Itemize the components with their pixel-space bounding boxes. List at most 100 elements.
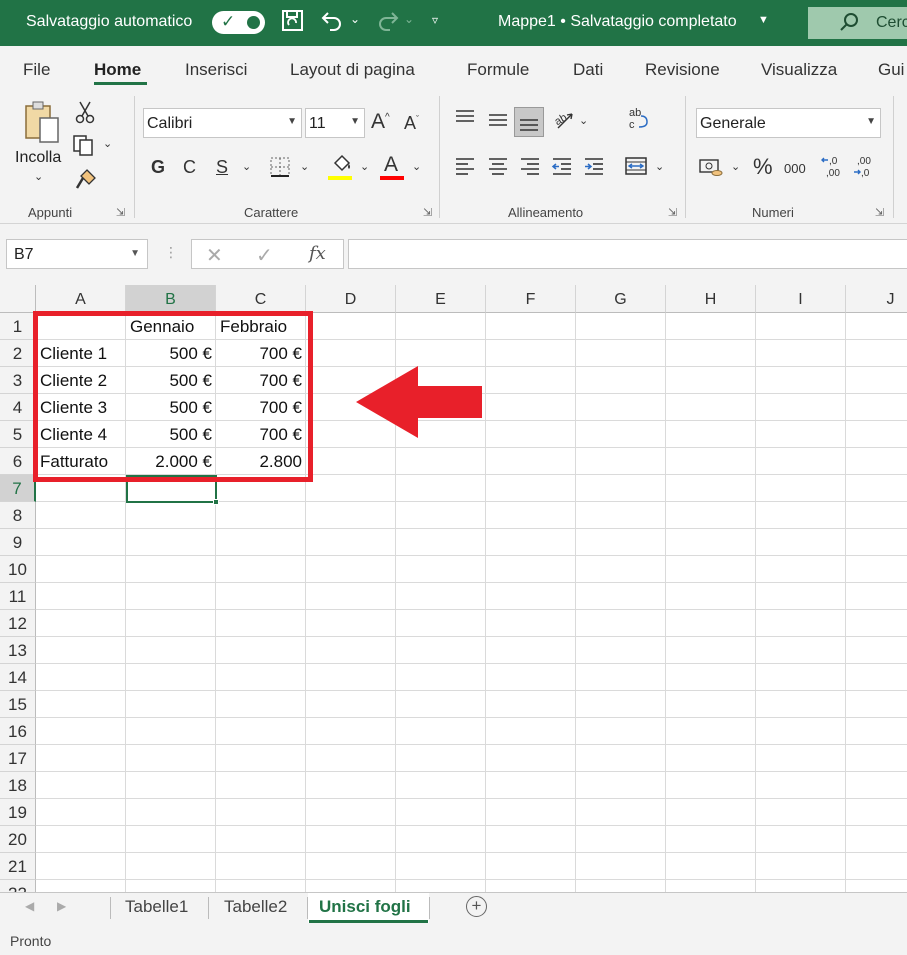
row-header-21[interactable]: 21 [0, 853, 36, 880]
cancel-icon[interactable]: ✕ [206, 243, 223, 268]
column-header-g[interactable]: G [576, 285, 666, 313]
clipboard-launcher-icon[interactable]: ⇲ [116, 206, 125, 219]
format-painter-icon[interactable] [74, 167, 98, 194]
percent-icon[interactable]: % [753, 156, 773, 178]
row-header-6[interactable]: 6 [0, 448, 36, 475]
name-box[interactable]: B7 ▼ [6, 239, 148, 269]
row-header-22[interactable]: 22 [0, 880, 36, 892]
sheet-tab-unisci-fogli[interactable]: Unisci fogli [319, 897, 411, 917]
row-header-5[interactable]: 5 [0, 421, 36, 448]
search-box[interactable]: Cerc [808, 7, 907, 39]
row-header-12[interactable]: 12 [0, 610, 36, 637]
sheet-tab-tabelle2[interactable]: Tabelle2 [224, 897, 287, 917]
title-dropdown-icon[interactable]: ▼ [758, 14, 769, 26]
font-launcher-icon[interactable]: ⇲ [423, 206, 432, 219]
tab-help[interactable]: Gui [878, 60, 904, 80]
column-header-d[interactable]: D [306, 285, 396, 313]
row-header-13[interactable]: 13 [0, 637, 36, 664]
row-header-10[interactable]: 10 [0, 556, 36, 583]
align-middle-icon[interactable] [487, 112, 509, 133]
row-header-3[interactable]: 3 [0, 367, 36, 394]
number-format-dropdown[interactable]: Generale ▼ [696, 108, 881, 138]
column-header-a[interactable]: A [36, 285, 126, 313]
tab-file[interactable]: File [23, 60, 50, 80]
column-header-h[interactable]: H [666, 285, 756, 313]
thousands-separator-button[interactable]: 000 [784, 162, 806, 175]
row-header-4[interactable]: 4 [0, 394, 36, 421]
redo-icon[interactable] [376, 8, 400, 38]
paste-dropdown-icon[interactable]: ⌄ [34, 172, 43, 183]
autosave-toggle[interactable]: ✓ [212, 11, 265, 34]
decrease-indent-icon[interactable] [551, 156, 573, 179]
row-header-16[interactable]: 16 [0, 718, 36, 745]
add-sheet-button[interactable]: + [466, 896, 487, 917]
wrap-text-icon[interactable]: ab c [627, 106, 651, 135]
font-name-dropdown[interactable]: Calibri ▼ [143, 108, 302, 138]
paste-icon[interactable] [22, 100, 62, 151]
copy-dropdown-icon[interactable]: ⌄ [103, 139, 112, 150]
spreadsheet-grid[interactable]: A B C D E F G H I J 1 2 3 4 5 6 7 8 9 10 11 12 13 14 15 16 17 18 19 2… [0, 285, 907, 892]
insert-function-icon[interactable]: fx [309, 243, 326, 264]
borders-icon[interactable] [269, 156, 291, 181]
currency-dropdown-icon[interactable]: ⌄ [731, 162, 740, 173]
tab-review[interactable]: Revisione [645, 60, 720, 80]
drag-handle-icon[interactable]: ⋮ [164, 244, 178, 261]
row-header-18[interactable]: 18 [0, 772, 36, 799]
orientation-icon[interactable]: ab [552, 108, 576, 133]
decrease-decimal-icon[interactable]: ,00,0 [852, 154, 878, 183]
column-header-i[interactable]: I [756, 285, 846, 313]
font-color-icon[interactable]: A [384, 154, 398, 175]
redo-dropdown-icon[interactable]: ⌄ [404, 12, 414, 26]
undo-dropdown-icon[interactable]: ⌄ [350, 12, 360, 26]
save-icon[interactable] [280, 8, 306, 40]
tab-data[interactable]: Dati [573, 60, 603, 80]
shrink-font-icon[interactable]: Aˇ [404, 114, 419, 132]
orientation-dropdown-icon[interactable]: ⌄ [579, 116, 588, 127]
column-header-b[interactable]: B [126, 285, 216, 313]
row-header-17[interactable]: 17 [0, 745, 36, 772]
fill-handle[interactable] [213, 499, 219, 505]
increase-decimal-icon[interactable]: ,0,00 [820, 154, 846, 183]
row-header-15[interactable]: 15 [0, 691, 36, 718]
customize-toolbar-icon[interactable]: ▿ [432, 13, 438, 27]
formula-input[interactable] [348, 239, 907, 269]
align-bottom-button[interactable] [514, 107, 544, 137]
row-header-14[interactable]: 14 [0, 664, 36, 691]
column-header-e[interactable]: E [396, 285, 486, 313]
row-header-9[interactable]: 9 [0, 529, 36, 556]
tab-page-layout[interactable]: Layout di pagina [290, 60, 415, 80]
merge-dropdown-icon[interactable]: ⌄ [655, 162, 664, 173]
document-title[interactable]: Mappe1 • Salvataggio completato [498, 13, 737, 31]
row-header-11[interactable]: 11 [0, 583, 36, 610]
fill-color-icon[interactable] [331, 154, 353, 177]
borders-dropdown-icon[interactable]: ⌄ [300, 162, 309, 173]
row-header-20[interactable]: 20 [0, 826, 36, 853]
grow-font-icon[interactable]: A^ [371, 111, 390, 132]
sheet-tab-tabelle1[interactable]: Tabelle1 [125, 897, 188, 917]
underline-button[interactable]: S [216, 158, 228, 176]
next-sheet-icon[interactable]: ▶ [57, 899, 66, 913]
number-launcher-icon[interactable]: ⇲ [875, 206, 884, 219]
tab-view[interactable]: Visualizza [761, 60, 837, 80]
align-left-icon[interactable] [454, 156, 476, 179]
row-header-2[interactable]: 2 [0, 340, 36, 367]
paste-label[interactable]: Incolla [15, 149, 61, 167]
undo-icon[interactable] [320, 8, 344, 38]
font-color-dropdown-icon[interactable]: ⌄ [412, 162, 421, 173]
tab-formulas[interactable]: Formule [467, 60, 529, 80]
row-header-7[interactable]: 7 [0, 475, 36, 502]
italic-button[interactable]: C [183, 158, 196, 176]
align-center-icon[interactable] [487, 156, 509, 179]
column-header-j[interactable]: J [846, 285, 907, 313]
currency-format-icon[interactable] [698, 156, 724, 181]
cut-icon[interactable] [74, 100, 96, 127]
row-header-1[interactable]: 1 [0, 313, 36, 340]
font-size-dropdown[interactable]: 11 ▼ [305, 108, 365, 138]
select-all-button[interactable] [0, 285, 36, 313]
copy-icon[interactable] [72, 134, 96, 159]
tab-insert[interactable]: Inserisci [185, 60, 247, 80]
merge-center-icon[interactable] [624, 156, 648, 179]
fill-color-dropdown-icon[interactable]: ⌄ [360, 162, 369, 173]
underline-dropdown-icon[interactable]: ⌄ [242, 162, 251, 173]
align-right-icon[interactable] [519, 156, 541, 179]
